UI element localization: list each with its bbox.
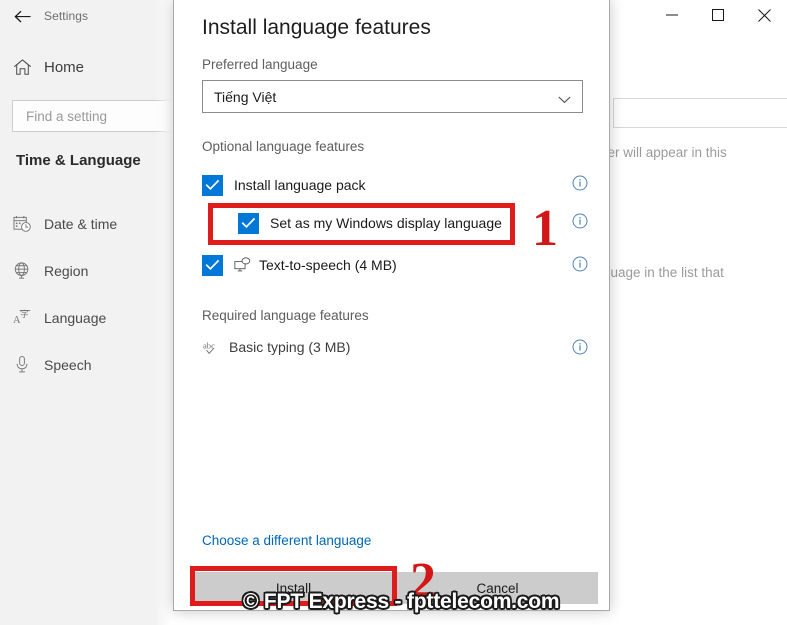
- text-to-speech-icon: [234, 257, 251, 273]
- label-install-language-pack: Install language pack: [234, 177, 366, 193]
- microphone-icon: [0, 355, 44, 374]
- home-icon: [0, 50, 44, 84]
- back-arrow-icon[interactable]: [0, 0, 44, 32]
- install-button[interactable]: Install: [193, 572, 394, 604]
- sidebar-section-title: Time & Language: [16, 152, 141, 169]
- sidebar-item-region[interactable]: Region: [0, 247, 173, 294]
- cancel-button[interactable]: Cancel: [397, 572, 598, 604]
- info-icon-install-language-pack[interactable]: [572, 175, 588, 196]
- background-text-1: rer will appear in this: [603, 145, 727, 160]
- preferred-language-value: Tiếng Việt: [214, 88, 277, 105]
- label-text-to-speech: Text-to-speech (4 MB): [259, 257, 397, 273]
- background-text-2: guage in the list that: [603, 265, 724, 280]
- sidebar-item-date-time[interactable]: Date & time: [0, 200, 173, 247]
- optional-features-label: Optional language features: [202, 139, 365, 154]
- sidebar-item-home-label: Home: [44, 58, 85, 76]
- sidebar-item-language-label: Language: [44, 309, 107, 326]
- feature-row-basic-typing: abc Basic typing (3 MB): [202, 333, 583, 361]
- window-controls: [649, 0, 787, 30]
- sidebar-item-speech-label: Speech: [44, 356, 92, 373]
- checkbox-text-to-speech[interactable]: [202, 254, 223, 276]
- svg-text:字: 字: [20, 308, 29, 319]
- screen-root: Settings Home Time & Language: [0, 0, 787, 625]
- search-box[interactable]: [12, 100, 188, 132]
- info-icon-text-to-speech[interactable]: [572, 256, 588, 277]
- navigation-pane: Settings Home Time & Language: [0, 0, 188, 625]
- dialog-title: Install language features: [202, 16, 431, 39]
- translate-icon: A 字: [0, 308, 44, 327]
- maximize-icon[interactable]: [695, 0, 741, 30]
- basic-typing-icon: abc: [203, 339, 221, 356]
- background-combobox[interactable]: [613, 98, 787, 128]
- sidebar-item-home[interactable]: Home: [0, 50, 173, 84]
- sidebar-item-date-time-label: Date & time: [44, 215, 118, 232]
- checkbox-row-text-to-speech[interactable]: Text-to-speech (4 MB): [202, 251, 583, 279]
- sidebar-item-speech[interactable]: Speech: [0, 341, 173, 388]
- globe-icon: [0, 261, 44, 280]
- checkbox-row-set-display-language[interactable]: Set as my Windows display language: [238, 209, 583, 237]
- preferred-language-label: Preferred language: [202, 57, 318, 72]
- app-title: Settings: [44, 9, 89, 23]
- info-icon-basic-typing[interactable]: [572, 339, 588, 360]
- checkbox-row-install-language-pack[interactable]: Install language pack: [202, 171, 583, 199]
- label-set-display-language: Set as my Windows display language: [270, 215, 502, 231]
- titlebar-left: Settings: [0, 0, 173, 32]
- calendar-clock-icon: [0, 215, 44, 233]
- info-icon-set-display-language[interactable]: [572, 213, 588, 234]
- search-input[interactable]: [24, 107, 187, 125]
- close-icon[interactable]: [741, 0, 787, 30]
- chevron-down-icon: [558, 91, 571, 107]
- sidebar-nav-list: Date & time Region A 字 Language Speech: [0, 200, 173, 388]
- label-basic-typing: Basic typing (3 MB): [229, 339, 351, 355]
- minimize-icon[interactable]: [649, 0, 695, 30]
- install-language-features-dialog: Install language features Preferred lang…: [173, 0, 610, 611]
- sidebar-item-region-label: Region: [44, 262, 89, 279]
- checkbox-set-display-language[interactable]: [238, 212, 259, 234]
- choose-different-language-link[interactable]: Choose a different language: [202, 533, 371, 548]
- checkbox-install-language-pack[interactable]: [202, 174, 223, 196]
- required-features-label: Required language features: [202, 308, 369, 323]
- preferred-language-dropdown[interactable]: Tiếng Việt: [202, 80, 583, 113]
- sidebar-item-language[interactable]: A 字 Language: [0, 294, 173, 341]
